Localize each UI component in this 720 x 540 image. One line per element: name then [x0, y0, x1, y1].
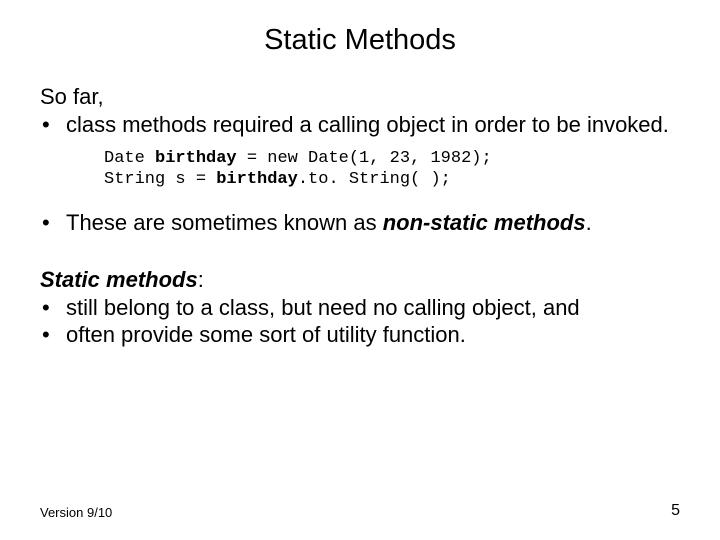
code-block: Date birthday = new Date(1, 23, 1982); S…	[104, 148, 680, 191]
slide-title: Static Methods	[40, 24, 680, 57]
intro-text: So far,	[40, 83, 680, 111]
bullet-dot-icon: •	[40, 111, 66, 139]
version-label: Version 9/10	[40, 505, 112, 520]
bullet-text: These are sometimes known as non-static …	[66, 209, 680, 237]
subheading: Static methods:	[40, 266, 680, 294]
code-line: Date birthday = new Date(1, 23, 1982);	[104, 148, 680, 169]
bullet-item: • still belong to a class, but need no c…	[40, 294, 680, 322]
code-line: String s = birthday.to. String( );	[104, 169, 680, 190]
bullet-text: class methods required a calling object …	[66, 111, 680, 139]
page-number: 5	[671, 502, 680, 520]
bullet-item: • class methods required a calling objec…	[40, 111, 680, 139]
bullet-text: often provide some sort of utility funct…	[66, 321, 680, 349]
section-2: • These are sometimes known as non-stati…	[40, 209, 680, 237]
bullet-item: • These are sometimes known as non-stati…	[40, 209, 680, 237]
section-1: So far, • class methods required a calli…	[40, 83, 680, 138]
bullet-dot-icon: •	[40, 294, 66, 322]
bullet-dot-icon: •	[40, 321, 66, 349]
bullet-dot-icon: •	[40, 209, 66, 237]
bullet-text: still belong to a class, but need no cal…	[66, 294, 680, 322]
section-3: Static methods: • still belong to a clas…	[40, 266, 680, 349]
bullet-item: • often provide some sort of utility fun…	[40, 321, 680, 349]
